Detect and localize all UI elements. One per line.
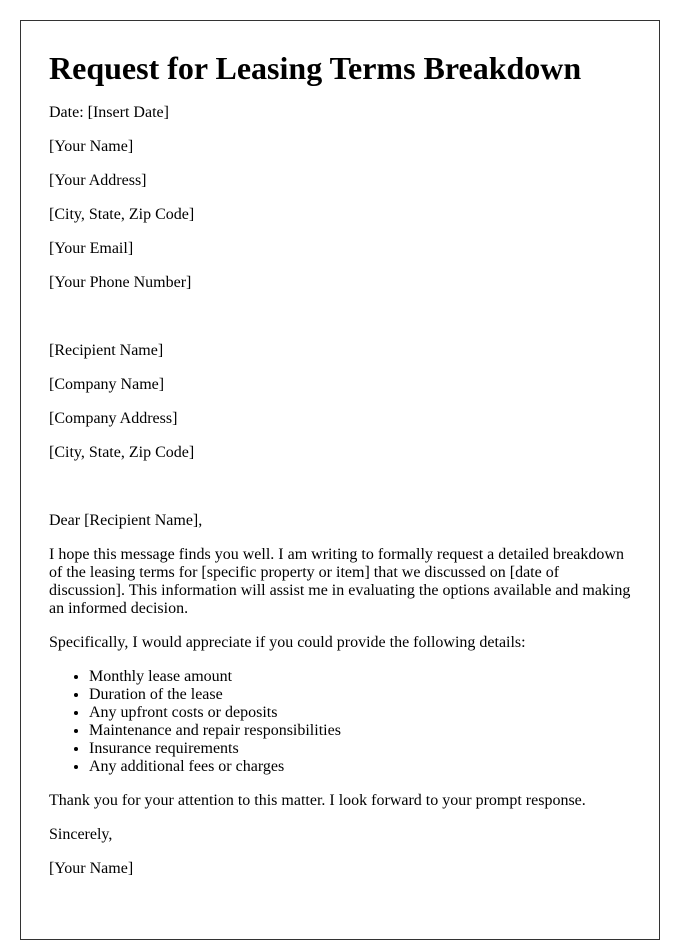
- letter-title: Request for Leasing Terms Breakdown: [49, 50, 582, 86]
- list-item: Maintenance and repair responsibilities: [89, 722, 631, 740]
- body-intro-paragraph: I hope this message finds you well. I am…: [49, 546, 631, 617]
- sender-phone: [Your Phone Number]: [49, 274, 192, 291]
- sender-address: [Your Address]: [49, 172, 147, 189]
- recipient-company: [Company Name]: [49, 376, 165, 393]
- salutation: Dear [Recipient Name],: [49, 512, 203, 529]
- list-item: Any additional fees or charges: [89, 758, 631, 776]
- sender-name: [Your Name]: [49, 138, 134, 155]
- recipient-company-address: [Company Address]: [49, 410, 178, 427]
- signature: [Your Name]: [49, 860, 134, 877]
- recipient-city-state-zip: [City, State, Zip Code]: [49, 444, 195, 461]
- list-item: Insurance requirements: [89, 740, 631, 758]
- sender-email: [Your Email]: [49, 240, 134, 257]
- date-line: Date: [Insert Date]: [49, 104, 169, 121]
- recipient-block: [Recipient Name] [Company Name] [Company…: [49, 342, 631, 462]
- list-item: Monthly lease amount: [89, 668, 631, 686]
- letter-page: Request for Leasing Terms Breakdown Date…: [20, 20, 660, 940]
- list-item: Any upfront costs or deposits: [89, 704, 631, 722]
- sender-city-state-zip: [City, State, Zip Code]: [49, 206, 195, 223]
- list-item: Duration of the lease: [89, 686, 631, 704]
- list-intro-paragraph: Specifically, I would appreciate if you …: [49, 634, 526, 651]
- sign-off: Sincerely,: [49, 826, 113, 843]
- details-list: Monthly lease amount Duration of the lea…: [49, 668, 631, 776]
- sender-block: Date: [Insert Date] [Your Name] [Your Ad…: [49, 104, 631, 292]
- closing-paragraph: Thank you for your attention to this mat…: [49, 792, 586, 809]
- recipient-name: [Recipient Name]: [49, 342, 164, 359]
